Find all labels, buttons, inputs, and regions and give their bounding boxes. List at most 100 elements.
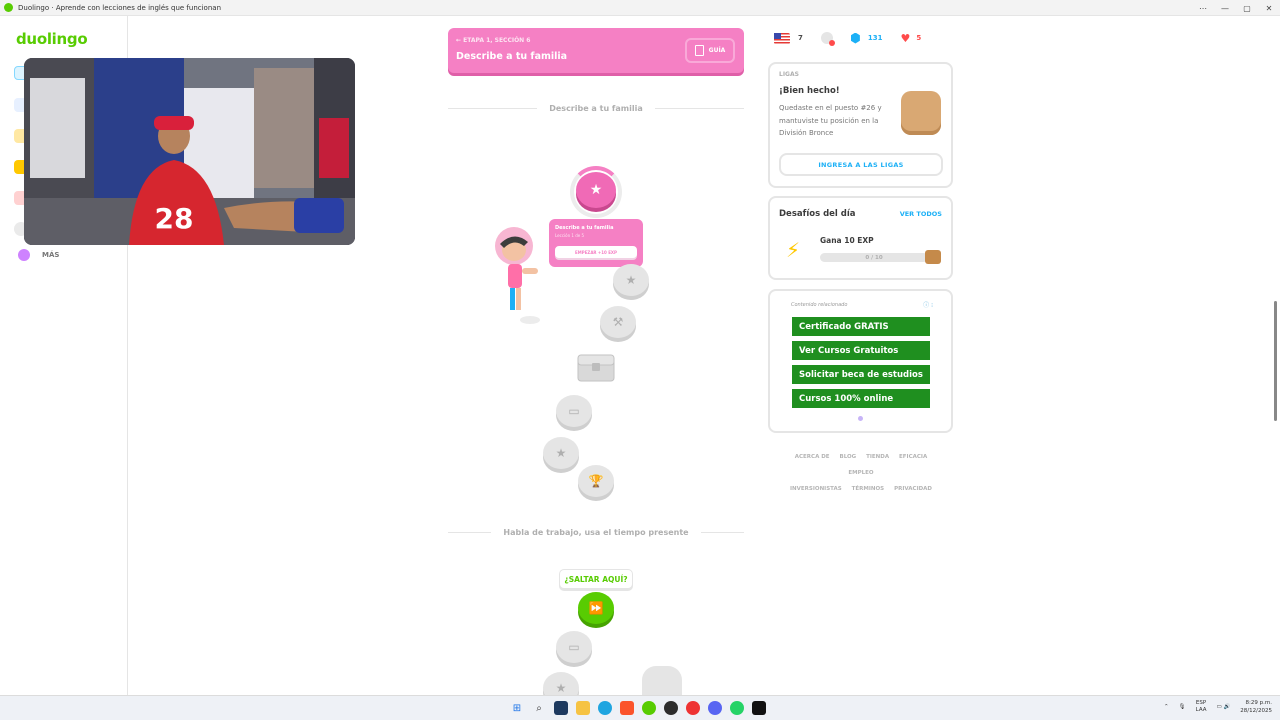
heart-icon: ♥ [900, 31, 911, 45]
locked-reading-node[interactable]: ▭ [556, 395, 592, 427]
duolingo-taskbar-icon[interactable] [642, 701, 656, 715]
fast-forward-icon[interactable]: ⏩ [578, 592, 614, 624]
enter-leagues-button[interactable]: INGRESA A LAS LIGAS [779, 153, 943, 176]
duolingo-logo[interactable]: duolingo [16, 30, 88, 48]
unit-subtitle-text: ETAPA 1, SECCIÓN 6 [463, 37, 531, 44]
lang-bottom: LAA [1195, 707, 1207, 713]
related-content-ad: Contenido relacionado ⓘ ⁝ Certificado GR… [768, 289, 953, 433]
quest-title: Gana 10 EXP [820, 236, 874, 245]
duolingo-app-icon [4, 3, 13, 12]
leagues-label: LIGAS [779, 71, 799, 78]
course-count: 7 [798, 34, 803, 42]
footer-link-efficacy[interactable]: EFICACIA [899, 454, 927, 460]
course-selector[interactable]: 7 [774, 32, 803, 44]
locked-character-icon [642, 666, 682, 696]
system-tray: ⌃ 🎙 ESP LAA ▭ 🔊 8:29 p.m. 28/12/2025 [1164, 699, 1272, 715]
footer-link-store[interactable]: TIENDA [866, 454, 889, 460]
footer-links: ACERCA DE BLOG TIENDA EFICACIA EMPLEO IN… [776, 449, 946, 497]
sidebar-item-more-label: MÁS [42, 251, 60, 259]
file-explorer-icon[interactable] [576, 701, 590, 715]
footer-link-terms[interactable]: TÉRMINOS [852, 486, 885, 492]
footer-link-privacy[interactable]: PRIVACIDAD [894, 486, 932, 492]
clock-time: 8:29 p.m. [1245, 700, 1272, 706]
divider-line [448, 107, 538, 109]
taskbar-apps: ⊞ ⌕ [510, 701, 774, 715]
locked-lesson-node[interactable]: ★ [613, 264, 649, 296]
next-section-divider: Habla de trabajo, usa el tiempo presente [448, 526, 745, 538]
terminal-icon[interactable] [752, 701, 766, 715]
divider-line [654, 107, 744, 109]
edge-browser-icon[interactable] [598, 701, 612, 715]
more-icon [18, 249, 30, 261]
unit-title: Describe a tu familia [456, 51, 568, 62]
ad-button-scholarship[interactable]: Solicitar beca de estudios [792, 365, 930, 384]
divider-line [700, 531, 745, 533]
ad-button-online-courses[interactable]: Cursos 100% online [792, 389, 930, 408]
ad-button-certificate[interactable]: Certificado GRATIS [792, 317, 930, 336]
tray-chevron-icon[interactable]: ⌃ [1164, 704, 1169, 710]
taskbar-clock[interactable]: 8:29 p.m. 28/12/2025 [1240, 699, 1272, 715]
window-title: Duolingo · Aprende con lecciones de ingl… [18, 3, 222, 12]
close-button[interactable]: ✕ [1258, 0, 1280, 16]
tooltip-progress: Lección 1 de 5 [555, 233, 585, 238]
brave-browser-icon[interactable] [620, 701, 634, 715]
taskbar: ⊞ ⌕ ⌃ 🎙 ESP LAA ▭ 🔊 8:29 p.m. 28/12/2025 [0, 695, 1280, 720]
streak-stat[interactable] [820, 32, 835, 46]
start-lesson-button[interactable]: EMPEZAR +10 EXP [555, 246, 637, 258]
hearts-count: 5 [916, 34, 922, 42]
streak-icon [820, 32, 835, 46]
locked-trophy-node[interactable]: 🏆 [578, 465, 614, 497]
section-divider: Describe a tu familia [448, 102, 744, 114]
gems-stat[interactable]: 131 [850, 32, 883, 44]
notebook-icon [694, 45, 704, 56]
locked-practice-node[interactable]: ⚒ [600, 306, 636, 338]
app-icon[interactable] [686, 701, 700, 715]
reward-chest-icon [925, 250, 941, 264]
scrollbar-thumb[interactable] [1274, 301, 1277, 421]
skip-ahead-button[interactable]: ¿SALTAR AQUÍ? [559, 569, 633, 589]
section-title: Describe a tu familia [549, 103, 643, 113]
tooltip-title: Describe a tu familia [555, 225, 614, 231]
sidebar-item-more[interactable]: MÁS [18, 249, 59, 261]
view-all-quests-link[interactable]: VER TODOS [900, 210, 942, 218]
footer-link-blog[interactable]: BLOG [840, 454, 857, 460]
lesson-tooltip: Describe a tu familia Lección 1 de 5 EMP… [549, 219, 643, 267]
hearts-stat[interactable]: ♥ 5 [901, 32, 922, 45]
network-volume-icon[interactable]: ▭ 🔊 [1217, 704, 1231, 710]
ad-label: Contenido relacionado [791, 302, 848, 308]
microphone-icon[interactable]: 🎙 [1179, 704, 1186, 710]
treasure-chest-icon[interactable] [577, 351, 615, 383]
us-flag-icon [774, 32, 790, 44]
locked-star-node[interactable]: ★ [543, 437, 579, 469]
input-language[interactable]: ESP LAA [1196, 700, 1207, 714]
stats-bar: 7 131 ♥ 5 [774, 30, 954, 46]
character-illustration [495, 227, 540, 324]
window-controls: ⋯ — ▢ ✕ [1192, 0, 1280, 16]
gems-count: 131 [867, 34, 883, 42]
active-lesson-node[interactable]: ★ [576, 172, 616, 208]
bronze-league-badge-icon [901, 91, 941, 135]
task-view-icon[interactable] [554, 701, 568, 715]
windows-start-icon[interactable]: ⊞ [510, 701, 524, 715]
minimize-button[interactable]: — [1214, 0, 1236, 16]
gem-icon [850, 32, 860, 44]
footer-link-investors[interactable]: INVERSIONISTAS [790, 486, 842, 492]
more-options-button[interactable]: ⋯ [1192, 0, 1214, 16]
ad-pagination-dot [858, 416, 863, 421]
ad-button-free-courses[interactable]: Ver Cursos Gratuitos [792, 341, 930, 360]
window-titlebar: Duolingo · Aprende con lecciones de ingl… [0, 0, 1280, 16]
locked-reading-node-2[interactable]: ▭ [556, 631, 592, 663]
whatsapp-icon[interactable] [730, 701, 744, 715]
obs-icon[interactable] [664, 701, 678, 715]
search-icon[interactable]: ⌕ [532, 701, 546, 715]
next-section-title: Habla de trabajo, usa el tiempo presente [503, 527, 689, 537]
discord-icon[interactable] [708, 701, 722, 715]
unit-subtitle[interactable]: ← ETAPA 1, SECCIÓN 6 [456, 37, 530, 44]
maximize-button[interactable]: ▢ [1236, 0, 1258, 16]
footer-link-about[interactable]: ACERCA DE [795, 454, 830, 460]
page-scrollbar[interactable] [1272, 16, 1280, 695]
leagues-heading: ¡Bien hecho! [779, 86, 840, 96]
footer-link-jobs[interactable]: EMPLEO [848, 470, 873, 476]
ad-info-icon[interactable]: ⓘ ⁝ [923, 300, 933, 309]
guide-button[interactable]: GUÍA [685, 38, 735, 63]
